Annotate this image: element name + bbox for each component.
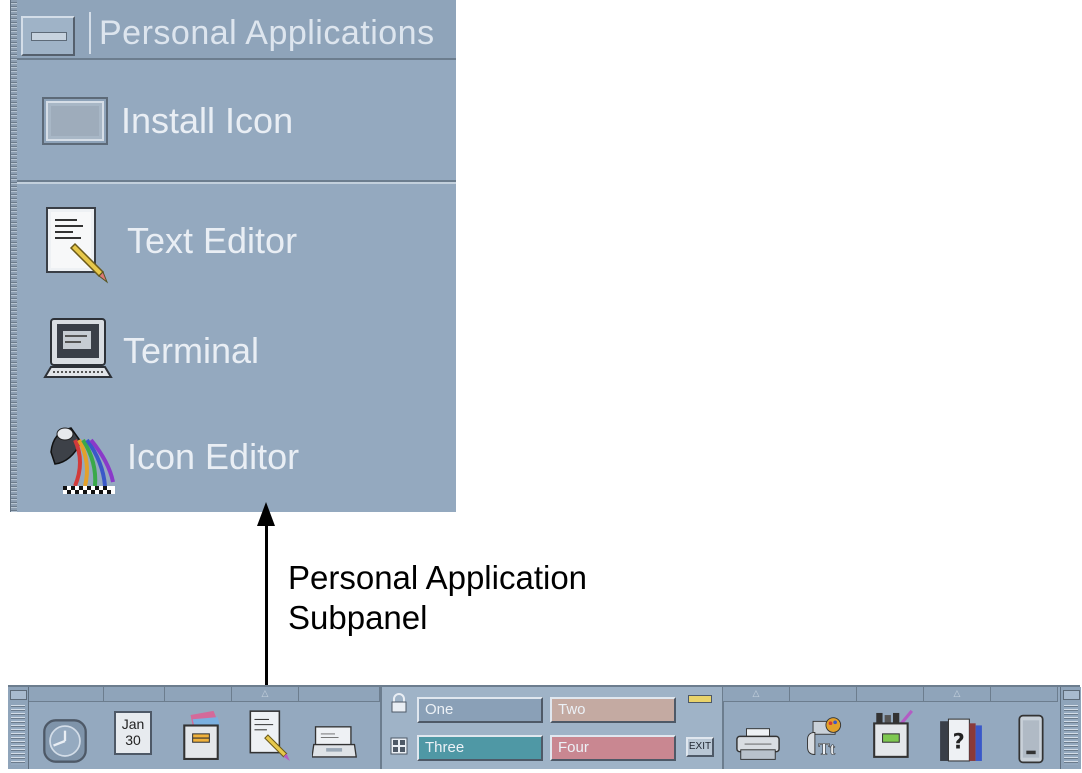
trash-can-icon[interactable] xyxy=(1008,711,1054,767)
subpanel-grip xyxy=(11,0,17,512)
resize-tab-icon[interactable] xyxy=(1063,690,1080,700)
exit-button[interactable]: EXIT xyxy=(686,737,714,757)
busy-indicator-icon xyxy=(688,695,712,703)
front-panel-left-handle[interactable] xyxy=(8,687,29,769)
subpanel-arrow-clock[interactable] xyxy=(29,687,104,702)
workspace-three-button[interactable]: Three xyxy=(417,735,543,761)
install-icon-label: Install Icon xyxy=(121,100,294,141)
subpanel-close-button[interactable] xyxy=(21,16,75,56)
install-icon-item[interactable]: Install Icon xyxy=(41,76,293,166)
calendar-month: Jan xyxy=(121,716,145,732)
icon-editor-label: Icon Editor xyxy=(127,436,300,477)
text-editor-panel-icon[interactable] xyxy=(246,707,292,763)
install-icon-dropzone-icon xyxy=(42,97,108,145)
workspace-one-button[interactable]: One xyxy=(417,697,543,723)
subpanel-arrow-files[interactable] xyxy=(165,687,232,702)
clock-icon[interactable] xyxy=(42,713,88,769)
grip-stripes xyxy=(1064,705,1078,765)
callout-caption: Personal Application Subpanel xyxy=(288,558,587,638)
arrow-line xyxy=(265,520,268,688)
blank-screen-icon[interactable] xyxy=(390,737,408,755)
svg-text:Tt: Tt xyxy=(819,739,836,758)
subpanel-title-bar: Personal Applications xyxy=(17,0,456,60)
minimize-bar-icon xyxy=(31,32,67,41)
subpanel-arrow-trash[interactable] xyxy=(991,687,1058,702)
subpanel-arrow-printer[interactable]: △ xyxy=(723,687,790,702)
icon-editor-item[interactable]: Icon Editor xyxy=(41,412,299,502)
style-manager-icon[interactable]: Tt xyxy=(802,709,848,765)
subpanel-title: Personal Applications xyxy=(89,12,435,54)
workspace-four-button[interactable]: Four xyxy=(550,735,676,761)
subpanel-arrow-calendar[interactable] xyxy=(104,687,165,702)
caption-line-1: Personal Application xyxy=(288,559,588,596)
help-manager-icon[interactable]: ? xyxy=(938,711,984,767)
subpanel-separator xyxy=(17,180,456,184)
subpanel-arrow-mail[interactable] xyxy=(299,687,380,702)
subpanel-arrow-style[interactable] xyxy=(790,687,857,702)
terminal-icon xyxy=(43,318,113,378)
text-editor-label: Text Editor xyxy=(127,220,298,261)
front-panel-right-handle[interactable] xyxy=(1060,687,1081,769)
front-panel: △ Jan 30 One Two Three Four EXIT △ △ Tt … xyxy=(8,685,1081,769)
personal-applications-subpanel: Personal Applications Install Icon Text … xyxy=(10,0,456,512)
subpanel-arrow-apps[interactable] xyxy=(857,687,924,702)
calendar-icon[interactable]: Jan 30 xyxy=(114,711,152,755)
text-editor-icon xyxy=(46,207,109,284)
printer-icon[interactable] xyxy=(735,717,781,773)
caption-line-2: Subpanel xyxy=(288,599,428,636)
terminal-label: Terminal xyxy=(123,330,260,371)
terminal-item[interactable]: Terminal xyxy=(41,306,259,396)
svg-text:?: ? xyxy=(953,729,965,753)
workspace-two-button[interactable]: Two xyxy=(550,697,676,723)
calendar-day: 30 xyxy=(125,732,141,748)
file-manager-icon[interactable] xyxy=(178,709,224,765)
application-manager-icon[interactable] xyxy=(870,709,916,765)
workspace-switch-area: One Two Three Four EXIT xyxy=(380,687,724,769)
icon-editor-icon xyxy=(50,427,115,494)
mailer-icon[interactable] xyxy=(312,713,358,769)
grip-stripes xyxy=(11,705,25,765)
subpanel-arrow-personal-apps[interactable]: △ xyxy=(232,687,299,702)
subpanel-arrow-help[interactable]: △ xyxy=(924,687,991,702)
minimize-tab-icon[interactable] xyxy=(10,690,27,700)
lock-icon[interactable] xyxy=(390,693,408,713)
text-editor-item[interactable]: Text Editor xyxy=(41,196,297,286)
